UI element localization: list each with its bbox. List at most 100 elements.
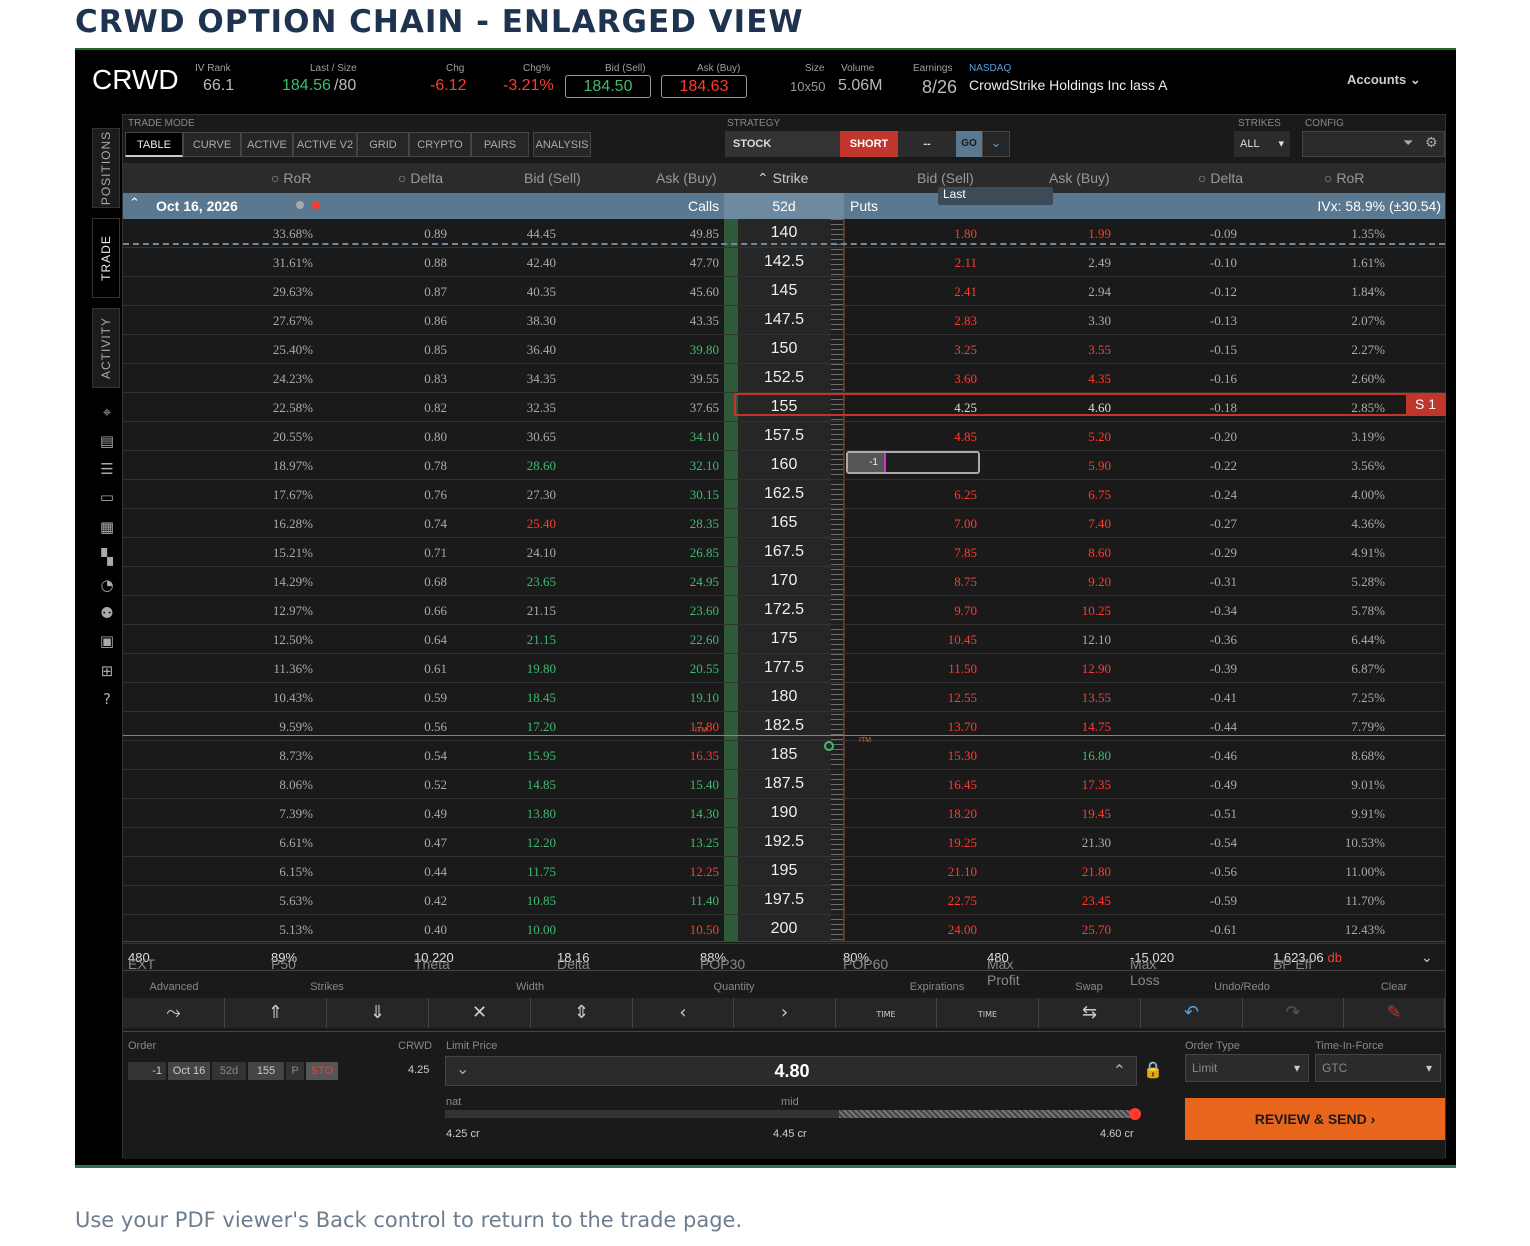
tab-activity[interactable]: ACTIVITY [92, 308, 120, 388]
tif-select[interactable]: GTC ▾ [1315, 1054, 1441, 1082]
cell-pbid[interactable]: 10.45 [921, 632, 977, 648]
cell-pask[interactable]: 9.20 [1055, 574, 1111, 590]
cell-cask[interactable]: 43.35 [661, 313, 719, 329]
cell-pask[interactable]: 6.75 [1055, 487, 1111, 503]
cell-cask[interactable]: 49.85 [661, 226, 719, 242]
lock-icon[interactable]: 🔒 [1143, 1060, 1163, 1079]
cell-pbid[interactable]: 7.00 [921, 516, 977, 532]
chevron-up-icon[interactable]: ⌃ [1113, 1061, 1126, 1080]
cell-pbid[interactable]: 9.70 [921, 603, 977, 619]
accounts-menu[interactable]: Accounts ⌄ [1347, 72, 1421, 88]
cell-pask[interactable]: 1.99 [1055, 226, 1111, 242]
table-row[interactable]: 25.40% 0.85 36.40 39.80 150 3.25 3.55 -0.15 2.27… [123, 335, 1445, 364]
cell-cbid[interactable]: 40.35 [500, 284, 556, 300]
filter-icon[interactable]: ⏷ [1403, 136, 1413, 151]
cell-pbid[interactable]: 6.25 [921, 487, 977, 503]
cell-cask[interactable]: 16.35 [661, 748, 719, 764]
cell-cbid[interactable]: 10.00 [500, 922, 556, 938]
cell-pbid[interactable]: 3.60 [921, 371, 977, 387]
cell-pask[interactable]: 21.30 [1055, 835, 1111, 851]
clear-button[interactable]: ✎ [1344, 998, 1445, 1028]
cell-pask[interactable]: 3.30 [1055, 313, 1111, 329]
cell-cbid[interactable]: 36.40 [500, 342, 556, 358]
table-row[interactable]: 9.59% 0.56 17.20 17.80 182.5 13.70 14.75 -0.44 7… [123, 712, 1445, 741]
cell-pask[interactable]: 4.35 [1055, 371, 1111, 387]
speedometer-icon[interactable]: ◔ [98, 576, 116, 594]
ticker-icon[interactable]: ⊞ [98, 662, 116, 680]
table-row[interactable]: 6.15% 0.44 11.75 12.25 195 21.10 21.80 -0.56 11.… [123, 857, 1445, 886]
list-icon[interactable]: ☰ [98, 460, 116, 478]
expiration-earlier-button[interactable]: TIME [836, 998, 937, 1028]
col-call-bid[interactable]: Bid (Sell) [524, 165, 581, 191]
chevron-up-icon[interactable]: ⌃ [129, 196, 140, 211]
col-call-delta[interactable]: ○ Delta [398, 165, 443, 191]
cell-cbid[interactable]: 25.40 [500, 516, 556, 532]
cell-cask[interactable]: 10.50 [661, 922, 719, 938]
table-row[interactable]: 16.28% 0.74 25.40 28.35 165 7.00 7.40 -0.27 4.36… [123, 509, 1445, 538]
col-put-ask[interactable]: Ask (Buy) [1049, 165, 1110, 191]
cell-pask[interactable]: 16.80 [1055, 748, 1111, 764]
tab-pairs[interactable]: PAIRS [471, 132, 529, 157]
cell-pask[interactable]: 23.45 [1055, 893, 1111, 909]
cell-pbid[interactable]: 11.50 [921, 661, 977, 677]
chart-icon[interactable]: ▤ [98, 432, 116, 450]
cell-cask[interactable]: 15.40 [661, 777, 719, 793]
price-slider[interactable] [445, 1108, 1141, 1120]
tab-positions[interactable]: POSITIONS [92, 128, 120, 208]
cell-cask[interactable]: 23.60 [661, 603, 719, 619]
strategy-side[interactable]: SHORT [840, 131, 898, 157]
cell-cask[interactable]: 28.35 [661, 516, 719, 532]
cell-pbid[interactable]: 16.45 [921, 777, 977, 793]
tab-active-v2[interactable]: ACTIVE V2 [293, 132, 357, 157]
cell-pask[interactable]: 5.20 [1055, 429, 1111, 445]
cell-cbid[interactable]: 14.85 [500, 777, 556, 793]
cell-cbid[interactable]: 38.30 [500, 313, 556, 329]
community-icon[interactable]: ⚉ [98, 604, 116, 622]
table-row[interactable]: 6.61% 0.47 12.20 13.25 192.5 19.25 21.30 -0.54 1… [123, 828, 1445, 857]
cell-cask[interactable]: 26.85 [661, 545, 719, 561]
table-row[interactable]: 8.06% 0.52 14.85 15.40 187.5 16.45 17.35 -0.49 9… [123, 770, 1445, 799]
cell-cbid[interactable]: 32.35 [500, 400, 556, 416]
quantity-increase-button[interactable]: › [734, 998, 836, 1028]
order-qty[interactable]: -1 [128, 1062, 166, 1080]
cell-cbid[interactable]: 12.20 [500, 835, 556, 851]
cell-pask[interactable]: 2.94 [1055, 284, 1111, 300]
cell-cbid[interactable]: 15.95 [500, 748, 556, 764]
chevron-down-icon[interactable]: ⌄ [982, 131, 1010, 157]
table-row[interactable]: 17.67% 0.76 27.30 30.15 162.5 6.25 6.75 -0.24 4.… [123, 480, 1445, 509]
tab-crypto[interactable]: CRYPTO [409, 132, 471, 157]
cell-pask[interactable]: 17.35 [1055, 777, 1111, 793]
ask-box[interactable]: 184.63 [661, 75, 747, 98]
cell-pbid[interactable]: 7.85 [921, 545, 977, 561]
cell-cask[interactable]: 24.95 [661, 574, 719, 590]
cell-pask[interactable]: 10.25 [1055, 603, 1111, 619]
table-row[interactable]: 12.50% 0.64 21.15 22.60 175 10.45 12.10 -0.36 6.… [123, 625, 1445, 654]
col-put-ror[interactable]: ○ RoR [1324, 165, 1364, 191]
table-row[interactable]: 14.29% 0.68 23.65 24.95 170 8.75 9.20 -0.31 5.28… [123, 567, 1445, 596]
cell-cask[interactable]: 12.25 [661, 864, 719, 880]
cell-pask[interactable]: 14.75 [1055, 719, 1111, 735]
cell-cask[interactable]: 32.10 [661, 458, 719, 474]
cell-pask[interactable]: 12.10 [1055, 632, 1111, 648]
cell-cbid[interactable]: 44.45 [500, 226, 556, 242]
col-put-delta[interactable]: ○ Delta [1198, 165, 1243, 191]
cell-cask[interactable]: 19.10 [661, 690, 719, 706]
cell-pbid[interactable]: 4.85 [921, 429, 977, 445]
cell-pbid[interactable]: 22.75 [921, 893, 977, 909]
tab-curve[interactable]: CURVE [183, 132, 241, 157]
cell-cbid[interactable]: 18.45 [500, 690, 556, 706]
cell-pask[interactable]: 5.90 [1055, 458, 1111, 474]
cell-cbid[interactable]: 21.15 [500, 603, 556, 619]
cell-cbid[interactable]: 23.65 [500, 574, 556, 590]
cell-cbid[interactable]: 13.80 [500, 806, 556, 822]
cell-cbid[interactable]: 28.60 [500, 458, 556, 474]
order-type-pc[interactable]: P [286, 1062, 304, 1080]
cell-pbid[interactable]: 24.00 [921, 922, 977, 938]
tab-grid[interactable]: GRID [357, 132, 409, 157]
order-expiration[interactable]: Oct 16 [168, 1062, 210, 1080]
cell-cbid[interactable]: 34.35 [500, 371, 556, 387]
cell-cask[interactable]: 20.55 [661, 661, 719, 677]
table-row[interactable]: 5.63% 0.42 10.85 11.40 197.5 22.75 23.45 -0.59 1… [123, 886, 1445, 915]
table-row[interactable]: 20.55% 0.80 30.65 34.10 157.5 4.85 5.20 -0.20 3.… [123, 422, 1445, 451]
order-strike[interactable]: 155 [248, 1062, 284, 1080]
